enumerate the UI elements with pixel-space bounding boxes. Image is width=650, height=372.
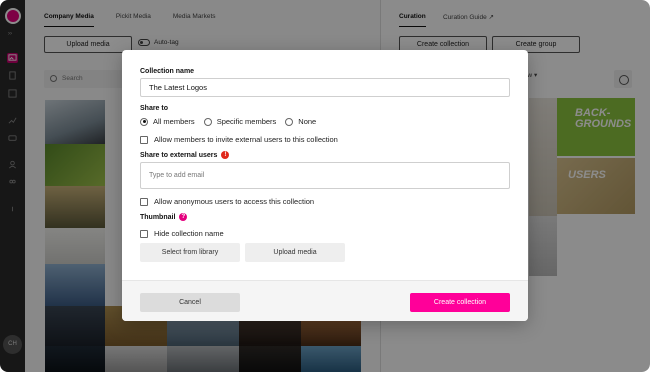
cancel-button[interactable]: Cancel <box>140 293 240 312</box>
allow-anonymous-checkbox[interactable]: Allow anonymous users to access this col… <box>140 197 314 206</box>
allow-anonymous-label: Allow anonymous users to access this col… <box>154 197 315 206</box>
collection-name-input[interactable]: The Latest Logos <box>140 78 510 97</box>
select-from-library-button[interactable]: Select from library <box>140 243 240 262</box>
checkbox-icon <box>140 135 148 144</box>
radio-all-members-label: All members <box>153 117 195 126</box>
radio-all-members[interactable]: All members <box>140 117 195 126</box>
allow-invite-label: Allow members to invite external users t… <box>154 135 338 144</box>
collection-name-label: Collection name <box>140 68 195 75</box>
help-icon[interactable]: ? <box>179 213 188 221</box>
thumbnail-label: Thumbnail ? <box>140 213 188 221</box>
radio-specific-members[interactable]: Specific members <box>203 117 277 126</box>
create-collection-dialog: Collection name The Latest Logos Share t… <box>122 50 528 321</box>
allow-invite-checkbox[interactable]: Allow members to invite external users t… <box>140 135 338 144</box>
app-window: ›› CH Company Media Pickit Media Media M… <box>0 0 650 372</box>
radio-unselected-icon <box>285 117 294 126</box>
external-users-label: Share to external users ! <box>140 151 230 159</box>
share-to-label: Share to <box>140 105 169 112</box>
thumbnail-label-text: Thumbnail <box>140 214 176 221</box>
dialog-footer: Cancel Create collection <box>122 280 528 321</box>
checkbox-icon <box>140 197 148 206</box>
radio-unselected-icon <box>203 117 212 126</box>
hide-collection-name-checkbox[interactable]: Hide collection name <box>140 229 224 238</box>
checkbox-icon <box>140 229 148 238</box>
hide-collection-name-label: Hide collection name <box>154 229 224 238</box>
radio-specific-members-label: Specific members <box>216 117 277 126</box>
radio-none[interactable]: None <box>285 117 316 126</box>
info-icon[interactable]: ! <box>221 151 230 159</box>
create-collection-submit-button[interactable]: Create collection <box>410 293 510 312</box>
radio-selected-icon <box>140 117 148 126</box>
upload-media-modal-button[interactable]: Upload media <box>245 243 345 262</box>
external-email-input[interactable]: Type to add email <box>140 162 510 189</box>
external-users-label-text: Share to external users <box>140 152 218 159</box>
radio-none-label: None <box>298 117 317 126</box>
share-to-radio-group: All members Specific members None <box>140 117 325 126</box>
